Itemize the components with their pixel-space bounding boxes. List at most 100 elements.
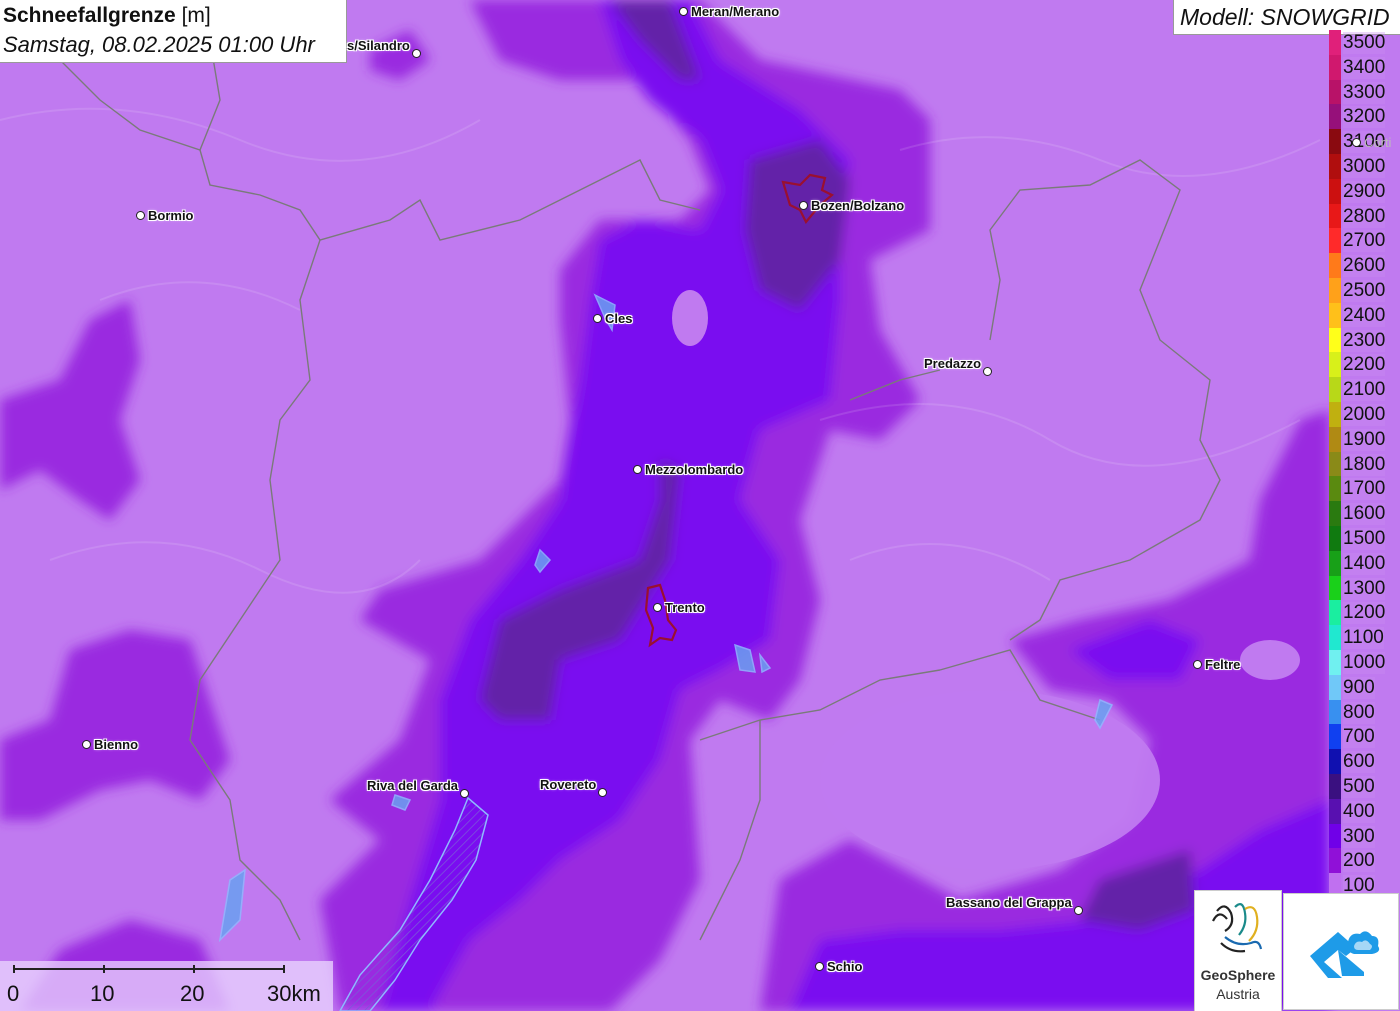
legend-item: 3000: [1329, 154, 1400, 179]
city-label-riva[interactable]: Riva del Garda: [367, 778, 458, 793]
city-marker-bormio[interactable]: [136, 211, 145, 220]
legend-label: 2100: [1343, 379, 1386, 402]
legend-item: 3300: [1329, 79, 1400, 105]
legend-item: 3400: [1329, 54, 1400, 80]
map-title-main: Schneefallgrenze: [3, 4, 176, 27]
geosphere-logo[interactable]: GeoSphere Austria: [1194, 890, 1282, 1011]
legend-item: 2900: [1329, 178, 1400, 204]
legend-swatch: [1329, 129, 1341, 154]
city-marker-bassano[interactable]: [1074, 906, 1083, 915]
legend-label: 1900: [1343, 428, 1386, 451]
city-label-bozen[interactable]: Bozen/Bolzano: [811, 198, 904, 213]
model-label: Modell: SNOWGRID: [1180, 4, 1390, 30]
geosphere-name: GeoSphere: [1200, 967, 1276, 983]
legend-label: 2900: [1343, 180, 1386, 203]
city-marker-meran[interactable]: [679, 7, 688, 16]
city-marker-mezzolombardo[interactable]: [633, 465, 642, 474]
city-label-meran[interactable]: Meran/Merano: [691, 4, 779, 19]
legend-label: 500: [1343, 776, 1375, 798]
legend-swatch: [1329, 352, 1341, 378]
legend-item: 3500: [1329, 30, 1400, 55]
scale-bar: 0 10 20 30km: [0, 961, 333, 1011]
city-label-feltre[interactable]: Feltre: [1205, 657, 1240, 672]
legend-swatch: [1329, 724, 1341, 750]
city-label-bienno[interactable]: Bienno: [94, 737, 138, 752]
city-marker-bozen[interactable]: [799, 201, 808, 210]
snowfall-limit-map[interactable]: [0, 0, 1400, 1011]
legend-label: 700: [1343, 726, 1375, 749]
legend-item: 400: [1329, 798, 1400, 824]
city-marker-cles[interactable]: [593, 314, 602, 323]
legend-item: 2000: [1329, 402, 1400, 427]
city-label-predazzo[interactable]: Predazzo: [924, 356, 981, 371]
legend-item: 3200: [1329, 104, 1400, 130]
legend-swatch: [1329, 501, 1341, 526]
legend-label: 2600: [1343, 255, 1386, 278]
city-marker-feltre[interactable]: [1193, 660, 1202, 669]
city-marker-rovereto[interactable]: [598, 788, 607, 797]
legend-swatch: [1329, 848, 1341, 874]
legend-label: 1800: [1343, 453, 1386, 476]
house-cloud-logo-icon: [1310, 931, 1380, 978]
legend-swatch: [1329, 451, 1341, 477]
legend-item: 800: [1329, 699, 1400, 725]
geosphere-country: Austria: [1216, 986, 1260, 1002]
legend-label: 400: [1343, 800, 1375, 823]
city-label-cortina[interactable]: Corti: [1364, 135, 1391, 150]
legend-swatch: [1329, 30, 1341, 55]
legend-item: 700: [1329, 724, 1400, 750]
city-label-bassano[interactable]: Bassano del Grappa: [946, 895, 1072, 910]
light-cutout: [672, 290, 708, 346]
legend-swatch: [1329, 625, 1341, 650]
map-title: Schneefallgrenze [m]: [3, 4, 211, 28]
city-label-bormio[interactable]: Bormio: [148, 208, 194, 223]
legend-swatch: [1329, 302, 1341, 328]
city-label-rovereto[interactable]: Rovereto: [540, 777, 596, 792]
city-label-trento[interactable]: Trento: [665, 600, 705, 615]
color-legend: 3500 3400 3300 3200 3100 3000 2900 2800 2700 2600…: [1329, 30, 1400, 898]
city-marker-bienno[interactable]: [82, 740, 91, 749]
legend-swatch: [1329, 674, 1341, 700]
city-label-mezzolombardo[interactable]: Mezzolombardo: [645, 462, 743, 477]
city-marker-predazzo[interactable]: [983, 367, 992, 376]
city-label-cles[interactable]: Cles: [605, 311, 632, 326]
legend-swatch: [1329, 476, 1341, 502]
legend-swatch: [1329, 327, 1341, 353]
legend-item: 1100: [1329, 625, 1400, 650]
legend-swatch: [1329, 178, 1341, 204]
city-marker-silandro[interactable]: [412, 49, 421, 58]
map-title-unit: [m]: [181, 4, 211, 27]
legend-label: 1300: [1343, 577, 1386, 600]
legend-item: 900: [1329, 674, 1400, 700]
city-marker-cortina[interactable]: [1352, 138, 1361, 147]
legend-swatch: [1329, 402, 1341, 427]
legend-item: 500: [1329, 774, 1400, 799]
city-marker-riva[interactable]: [460, 789, 469, 798]
city-marker-trento[interactable]: [653, 603, 662, 612]
legend-swatch: [1329, 377, 1341, 402]
legend-item: 2200: [1329, 352, 1400, 378]
legend-swatch: [1329, 749, 1341, 774]
legend-label: 2500: [1343, 280, 1386, 302]
legend-item: 1400: [1329, 550, 1400, 576]
map-viewer: Schneefallgrenze [m] Samstag, 08.02.2025…: [0, 0, 1400, 1011]
legend-swatch: [1329, 54, 1341, 80]
scale-label-10: 10: [90, 981, 115, 1006]
legend-item: 1800: [1329, 451, 1400, 477]
legend-label: 3300: [1343, 81, 1386, 104]
legend-label: 2800: [1343, 205, 1386, 228]
legend-item: 2300: [1329, 327, 1400, 353]
legend-label: 1600: [1343, 503, 1386, 526]
legend-label: 2200: [1343, 354, 1386, 377]
legend-swatch: [1329, 650, 1341, 675]
house-cloud-logo[interactable]: [1283, 893, 1399, 1010]
legend-item: 2800: [1329, 203, 1400, 229]
legend-label: 3500: [1343, 32, 1386, 54]
legend-item: 1700: [1329, 476, 1400, 502]
legend-swatch: [1329, 798, 1341, 824]
legend-item: 1000: [1329, 650, 1400, 675]
city-label-schio[interactable]: Schio: [827, 959, 862, 974]
legend-item: 2500: [1329, 278, 1400, 303]
city-marker-schio[interactable]: [815, 962, 824, 971]
city-label-silandro[interactable]: s/Silandro: [347, 38, 410, 53]
